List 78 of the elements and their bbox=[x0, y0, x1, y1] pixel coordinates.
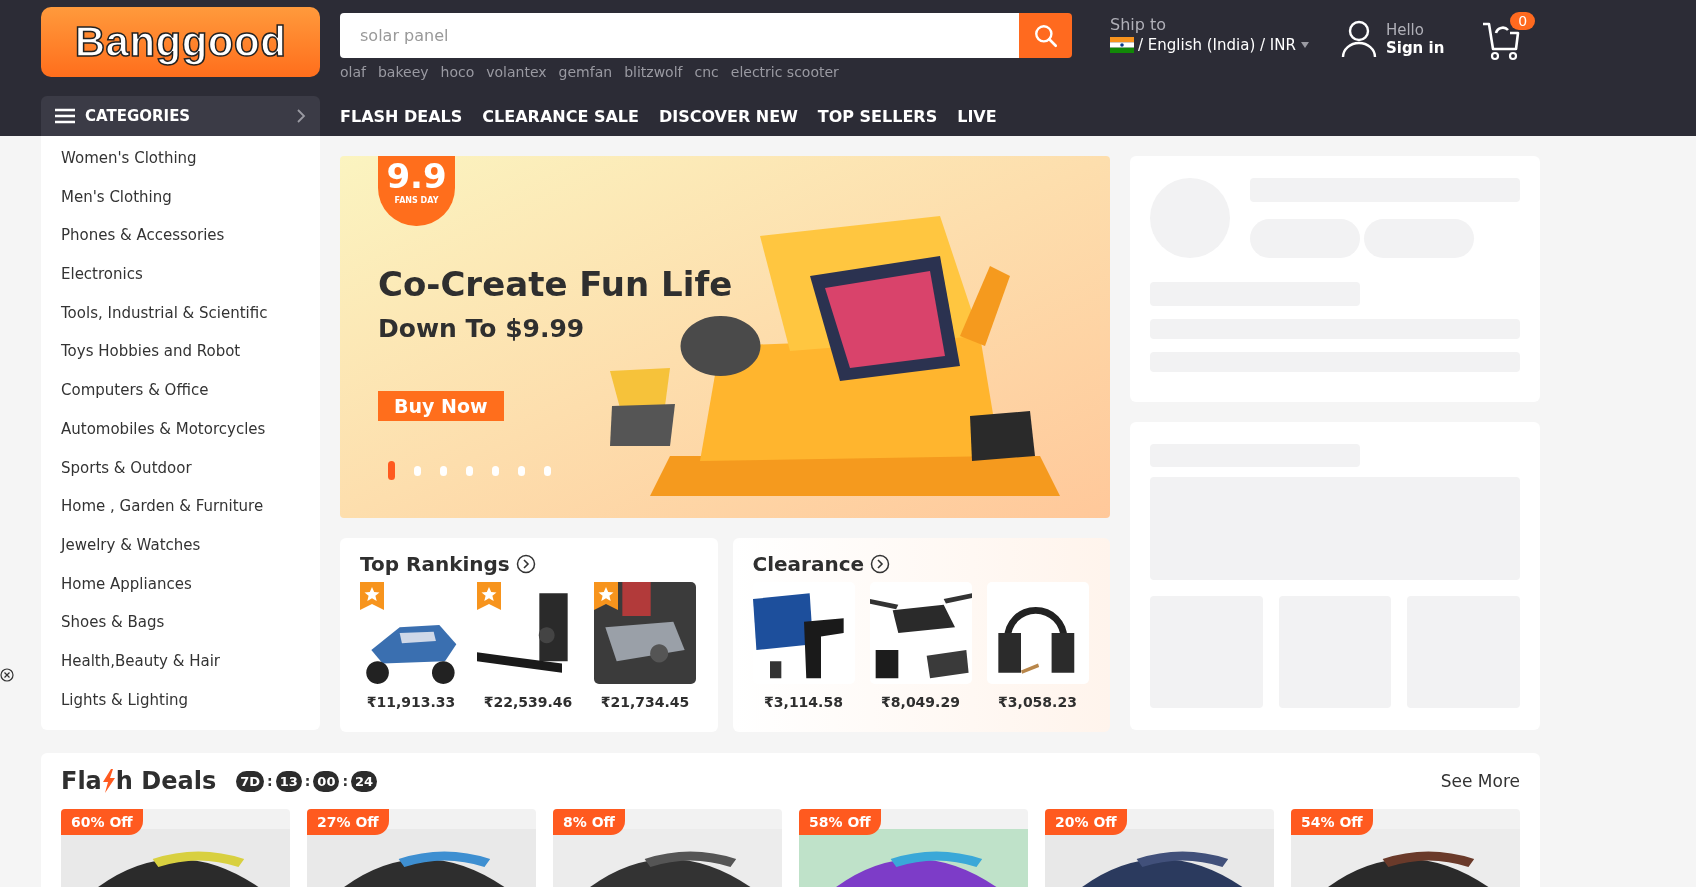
menu-icon bbox=[55, 108, 75, 124]
nav-link[interactable]: FLASH DEALS bbox=[340, 106, 463, 126]
category-link[interactable]: Toys Hobbies and Robot bbox=[61, 341, 320, 381]
category-link[interactable]: Automobiles & Motorcycles bbox=[61, 418, 320, 458]
hot-search-link[interactable]: volantex bbox=[486, 64, 547, 80]
badge-label: FANS DAY bbox=[394, 196, 439, 205]
promo-banner[interactable]: 9.9 FANS DAY Co-Create Fun Life Down To $9.99 Buy Now bbox=[340, 156, 1110, 518]
arrow-right-circle-icon[interactable] bbox=[515, 554, 536, 574]
category-link[interactable]: Men's Clothing bbox=[61, 186, 320, 226]
nav-link[interactable]: CLEARANCE SALE bbox=[482, 106, 639, 126]
category-link[interactable]: Home Appliances bbox=[61, 573, 320, 613]
discount-badge: 54% Off bbox=[1291, 809, 1373, 835]
nav-link[interactable]: LIVE bbox=[957, 106, 997, 126]
cart-count-badge: 0 bbox=[1510, 12, 1536, 30]
discount-badge: 20% Off bbox=[1045, 809, 1127, 835]
search-field[interactable]: solar panel bbox=[340, 13, 1019, 58]
lightning-icon bbox=[101, 769, 116, 793]
arrow-right-circle-icon[interactable] bbox=[870, 554, 891, 574]
hot-search-link[interactable]: blitzwolf bbox=[624, 64, 683, 80]
category-link[interactable]: Electronics bbox=[61, 264, 320, 303]
product-price: ₹11,913.33 bbox=[366, 694, 456, 710]
hot-search-link[interactable]: hoco bbox=[440, 64, 475, 80]
star-badge-icon bbox=[360, 582, 384, 610]
chevron-right-icon bbox=[296, 108, 306, 124]
countdown-digits: 7D bbox=[236, 770, 265, 792]
category-link[interactable]: Health,Beauty & Hair bbox=[61, 650, 320, 690]
hot-search-link[interactable]: olaf bbox=[340, 64, 366, 80]
language-currency-selector[interactable]: / English (India) / INR bbox=[1138, 36, 1296, 54]
nav-link[interactable]: DISCOVER NEW bbox=[658, 106, 798, 126]
countdown-digits: 00 bbox=[313, 770, 340, 792]
product-price: ₹22,539.46 bbox=[483, 694, 573, 710]
categories-button[interactable]: CATEGORIES bbox=[41, 96, 320, 136]
category-link[interactable]: Women's Clothing bbox=[61, 148, 320, 187]
countdown-separator: : bbox=[267, 773, 273, 789]
category-link[interactable]: Home , Garden & Furniture bbox=[61, 496, 320, 535]
nav-link[interactable]: TOP SELLERS bbox=[817, 106, 938, 126]
countdown-separator: : bbox=[342, 773, 349, 789]
discount-badge: 60% Off bbox=[61, 809, 143, 835]
greeting-text: Hello bbox=[1385, 21, 1425, 39]
discount-badge: 8% Off bbox=[553, 809, 625, 835]
hot-search-link[interactable]: gemfan bbox=[558, 64, 613, 80]
category-link[interactable]: Lights & Lighting bbox=[61, 689, 320, 729]
category-link[interactable]: Phones & Accessories bbox=[61, 225, 320, 265]
badge-number: 9.9 bbox=[386, 156, 447, 196]
countdown-digits: 24 bbox=[351, 770, 378, 792]
countdown-digits: 13 bbox=[275, 770, 302, 792]
star-badge-icon bbox=[594, 582, 618, 610]
star-badge-icon bbox=[477, 582, 501, 610]
hot-search-link[interactable]: electric scooter bbox=[730, 64, 839, 80]
section-title: h Deals bbox=[115, 767, 217, 795]
section-title: Fla bbox=[61, 767, 102, 795]
category-link[interactable]: Jewelry & Watches bbox=[61, 534, 320, 574]
discount-badge: 27% Off bbox=[307, 809, 389, 835]
category-link[interactable]: Sports & Outdoor bbox=[61, 457, 320, 497]
banner-headline: Co-Create Fun Life bbox=[378, 264, 733, 304]
sign-in-link[interactable]: Sign in bbox=[1385, 39, 1445, 57]
banner-subline: Down To $9.99 bbox=[378, 314, 585, 343]
user-icon bbox=[1339, 19, 1378, 59]
hot-search-link[interactable]: bakeey bbox=[377, 64, 429, 80]
category-link[interactable]: Computers & Office bbox=[61, 380, 320, 419]
product-price: ₹8,049.29 bbox=[881, 694, 960, 710]
hot-search-link[interactable]: cnc bbox=[694, 64, 719, 80]
section-title[interactable]: Top Rankings bbox=[360, 552, 510, 576]
product-price: ₹21,734.45 bbox=[600, 694, 690, 710]
discount-badge: 58% Off bbox=[799, 809, 881, 835]
caret-icon bbox=[1299, 41, 1310, 49]
search-icon bbox=[1032, 22, 1059, 49]
product-price: ₹3,058.23 bbox=[998, 694, 1077, 710]
category-link[interactable]: Shoes & Bags bbox=[61, 612, 320, 651]
countdown-separator: : bbox=[304, 773, 311, 789]
search-button[interactable] bbox=[1019, 13, 1072, 58]
product-price: ₹3,114.58 bbox=[764, 694, 843, 710]
section-title[interactable]: Clearance bbox=[752, 552, 865, 576]
category-link[interactable]: Tools, Industrial & Scientific bbox=[61, 302, 320, 342]
close-icon[interactable] bbox=[0, 668, 14, 682]
flag-icon bbox=[1110, 37, 1134, 53]
ship-to-label: Ship to bbox=[1110, 15, 1168, 34]
see-more-link[interactable]: See More bbox=[1440, 771, 1520, 791]
